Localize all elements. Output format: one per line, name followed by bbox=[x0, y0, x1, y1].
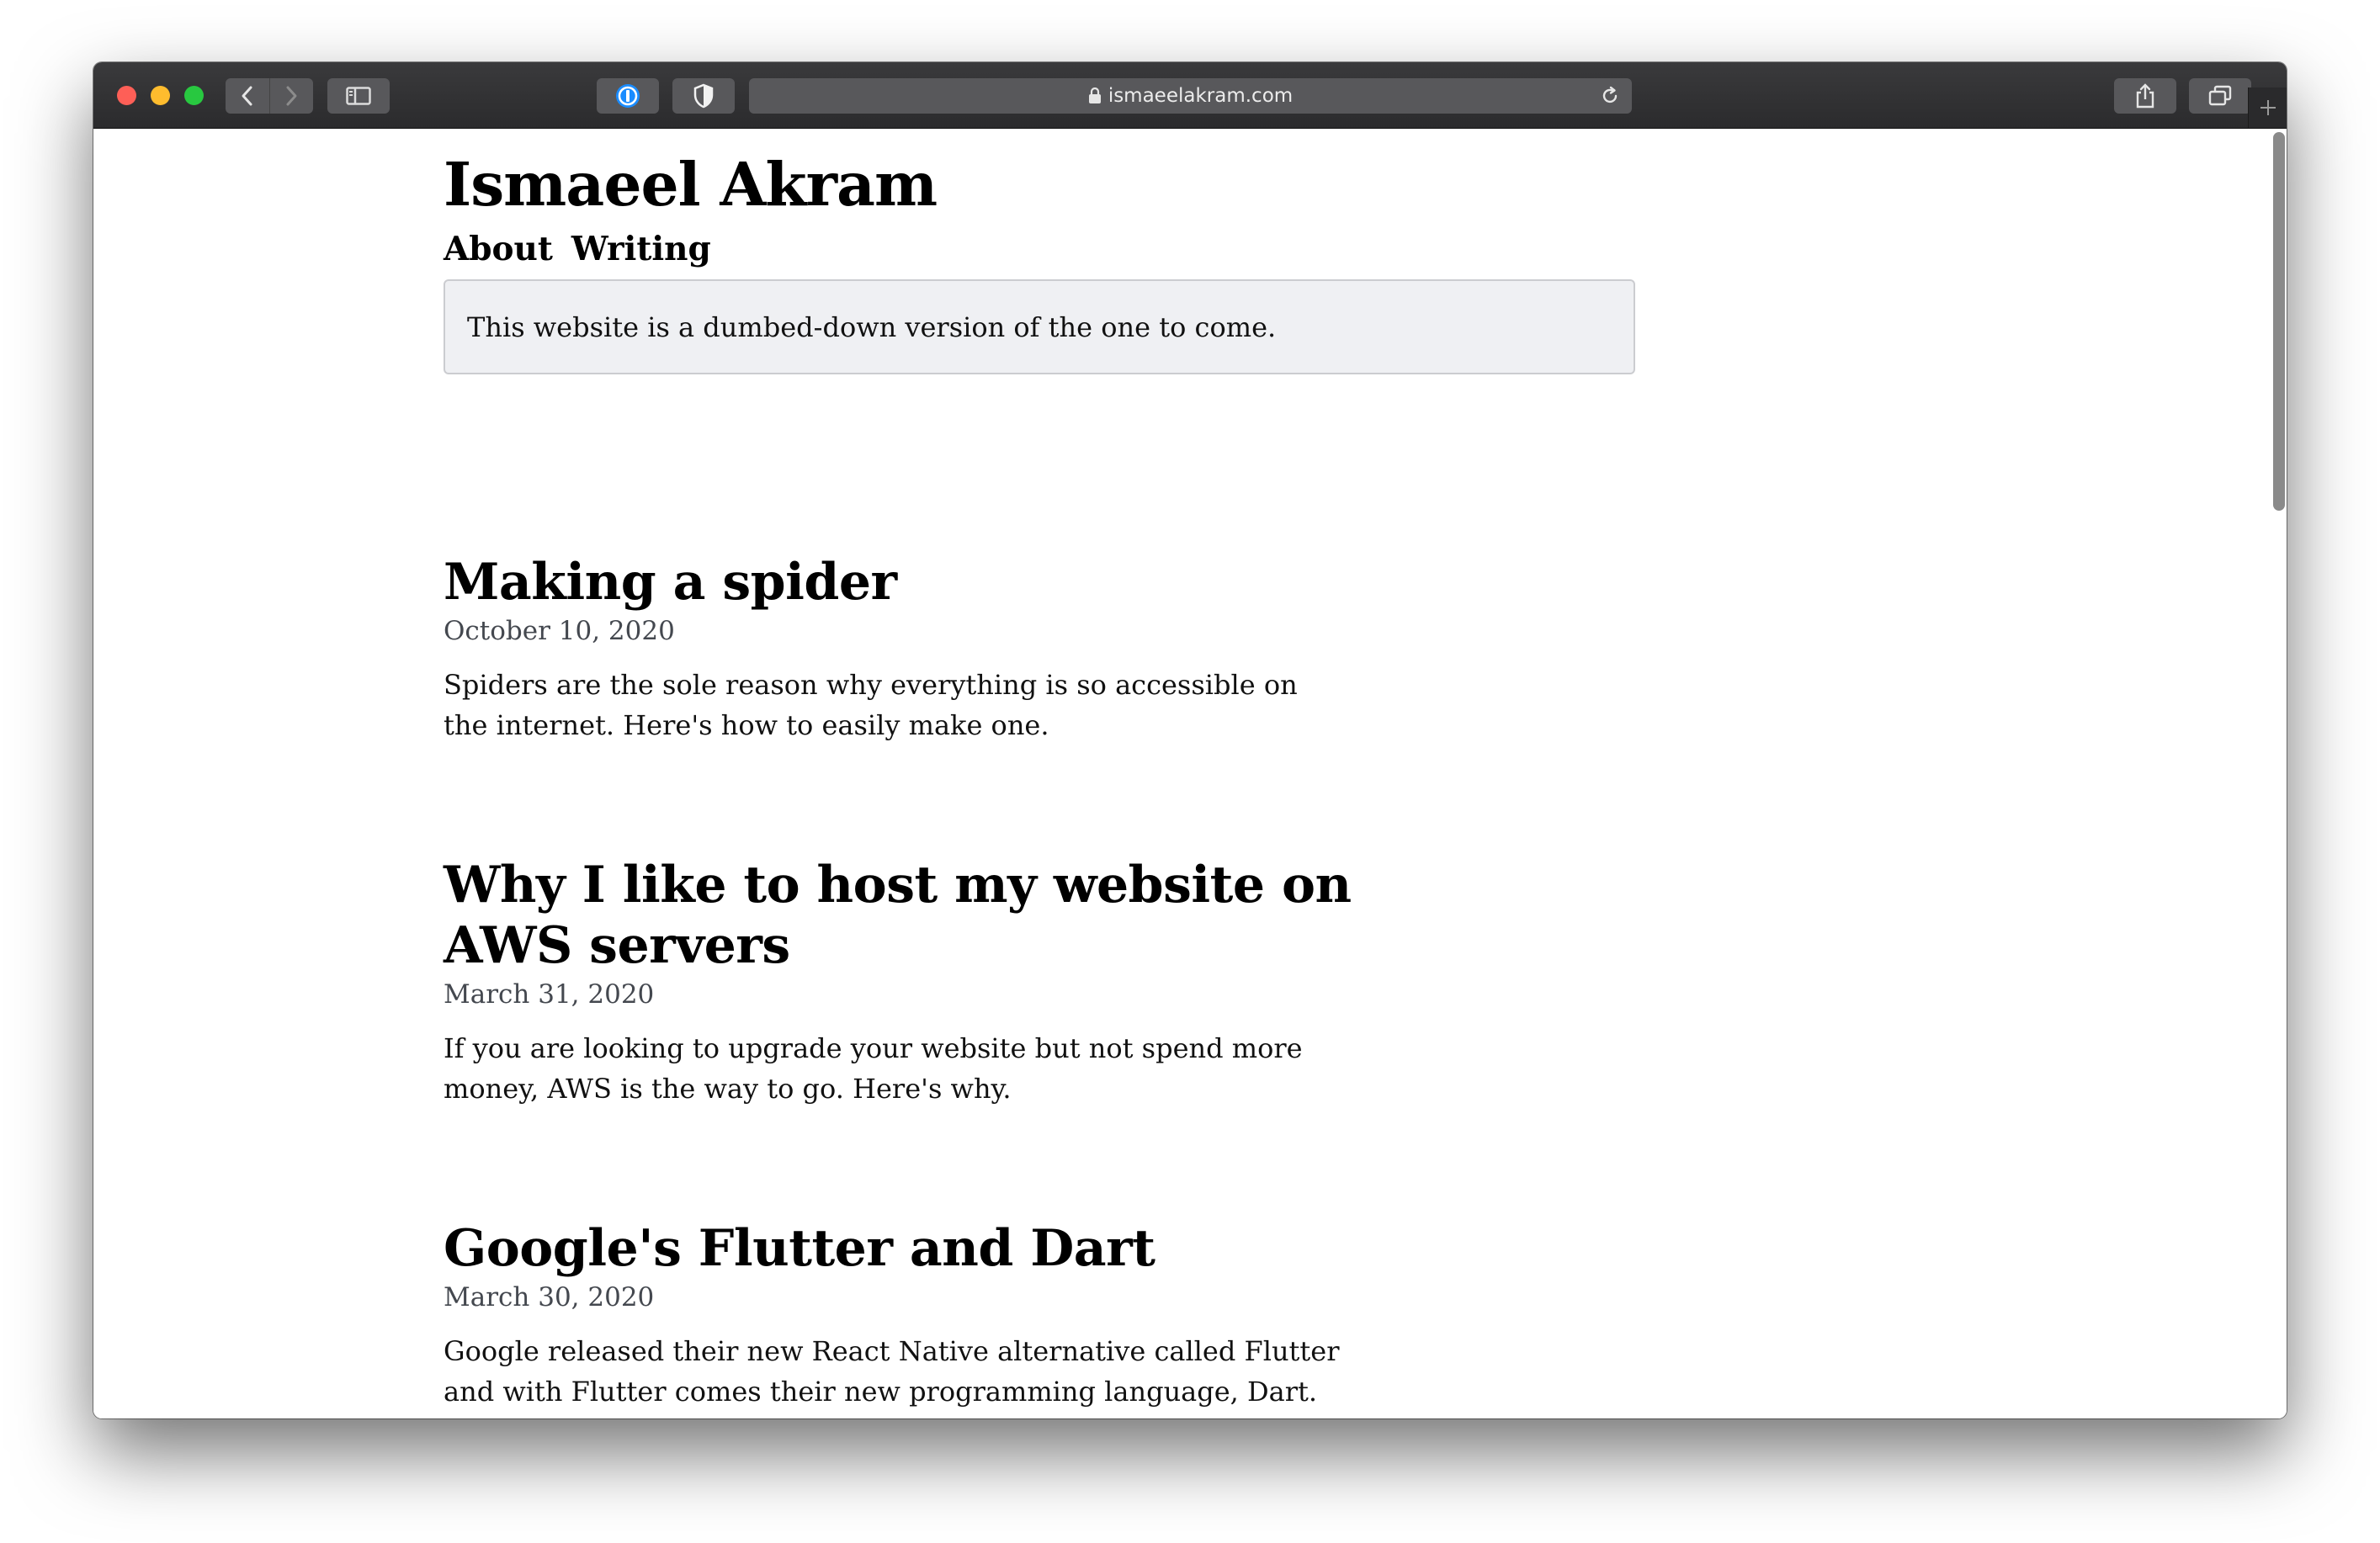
post-excerpt: Spiders are the sole reason why everythi… bbox=[444, 669, 1298, 741]
sidebar-icon bbox=[346, 87, 371, 105]
minimize-window-button[interactable] bbox=[151, 86, 170, 105]
plus-icon bbox=[2260, 100, 2276, 115]
post-date: March 31, 2020 bbox=[444, 979, 655, 1010]
lock-icon bbox=[1088, 87, 1102, 104]
maximize-window-button[interactable] bbox=[184, 86, 204, 105]
close-window-button[interactable] bbox=[117, 86, 136, 105]
notice-banner: This website is a dumbed-down version of… bbox=[444, 279, 1635, 374]
tabs-icon bbox=[2208, 85, 2232, 106]
post-title[interactable]: Google's Flutter and Dart bbox=[444, 1218, 1386, 1279]
notice-text: This website is a dumbed-down version of… bbox=[467, 310, 1277, 343]
web-page-viewport: Ismaeel Akram About Writing This website… bbox=[93, 129, 2287, 1418]
privacy-shield-button[interactable] bbox=[672, 78, 735, 114]
post-excerpt: If you are looking to upgrade your websi… bbox=[444, 1032, 1303, 1105]
site-title[interactable]: Ismaeel Akram bbox=[444, 149, 938, 220]
browser-toolbar: ismaeelakram.com bbox=[93, 62, 2287, 129]
post-date: March 30, 2020 bbox=[444, 1282, 655, 1312]
tab-overview-button[interactable] bbox=[2189, 78, 2251, 114]
post-date: October 10, 2020 bbox=[444, 616, 675, 646]
shield-icon bbox=[693, 83, 714, 109]
chevron-right-icon bbox=[286, 86, 297, 106]
nav-link-about[interactable]: About bbox=[444, 230, 553, 268]
share-button[interactable] bbox=[2114, 78, 2176, 114]
reload-icon[interactable] bbox=[1600, 86, 1620, 111]
chevron-left-icon bbox=[242, 86, 252, 106]
forward-button[interactable] bbox=[269, 78, 313, 114]
share-icon bbox=[2136, 83, 2154, 109]
back-button[interactable] bbox=[226, 78, 269, 114]
new-tab-button[interactable] bbox=[2248, 87, 2287, 128]
password-manager-icon bbox=[616, 84, 640, 108]
post-title[interactable]: Making a spider bbox=[444, 552, 1386, 612]
post-item: Why I like to host my website on AWS ser… bbox=[444, 855, 1386, 1109]
post-item: Making a spider October 10, 2020 Spiders… bbox=[444, 552, 1386, 745]
post-item: Google's Flutter and Dart March 30, 2020… bbox=[444, 1218, 1386, 1412]
nav-link-writing[interactable]: Writing bbox=[571, 230, 711, 268]
url-text: ismaeelakram.com bbox=[1108, 85, 1294, 107]
vertical-scrollbar[interactable] bbox=[2273, 132, 2285, 511]
browser-window: ismaeelakram.com Ismaeel Akram About Wri… bbox=[93, 62, 2287, 1418]
address-bar[interactable]: ismaeelakram.com bbox=[749, 78, 1632, 114]
post-title[interactable]: Why I like to host my website on AWS ser… bbox=[444, 855, 1386, 976]
site-nav: About Writing bbox=[444, 230, 711, 268]
sidebar-toggle-button[interactable] bbox=[327, 78, 390, 114]
password-manager-extension-button[interactable] bbox=[597, 78, 659, 114]
history-nav-group bbox=[226, 78, 313, 114]
post-excerpt: Google released their new React Native a… bbox=[444, 1335, 1340, 1408]
